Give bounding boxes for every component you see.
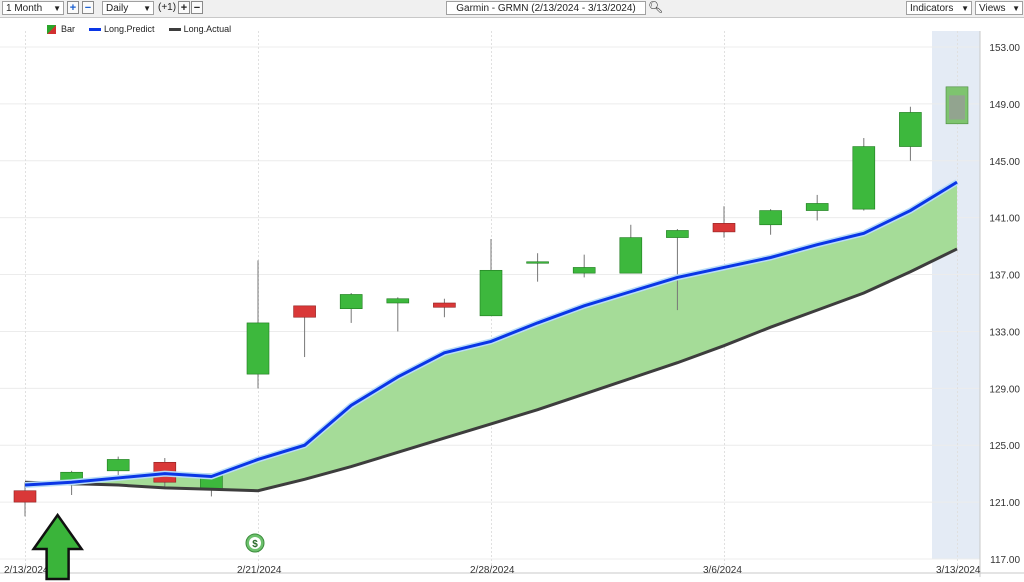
- chevron-down-icon: ▼: [53, 4, 61, 13]
- dividend-symbol: $: [252, 539, 258, 550]
- candle-body: [339, 294, 363, 309]
- interval-select-value: Daily: [106, 3, 129, 14]
- candle-body: [899, 112, 922, 147]
- y-tick-label: 141.00: [989, 214, 1020, 225]
- candle-body: [666, 230, 689, 238]
- zoom-out-button[interactable]: −: [82, 1, 94, 14]
- x-tick-label: 3/13/2024: [936, 565, 981, 576]
- indicators-dropdown[interactable]: Indicators ▼: [906, 1, 972, 15]
- offset-plus-button[interactable]: +: [178, 1, 190, 14]
- offset-label: (+1): [158, 2, 177, 13]
- interval-select[interactable]: Daily ▼: [102, 1, 154, 15]
- candle-body: [293, 305, 316, 318]
- legend-label: Bar: [61, 24, 76, 34]
- chart-legend: Bar Long.Predict Long.Actual: [47, 22, 245, 36]
- toolbar: 1 Month ▼ + − Daily ▼ (+1) + − Garmin - …: [0, 0, 1024, 18]
- y-tick-label: 125.00: [989, 441, 1020, 452]
- x-tick-label: 3/6/2024: [703, 565, 742, 576]
- candle-body: [433, 302, 456, 308]
- candle-body: [246, 322, 270, 375]
- candle-body: [526, 261, 549, 264]
- offset-minus-button[interactable]: −: [191, 1, 203, 14]
- search-icon[interactable]: 🔍︎: [648, 0, 663, 16]
- candle-body: [479, 269, 503, 317]
- views-label: Views: [979, 3, 1006, 14]
- candle-body: [619, 237, 643, 274]
- y-tick-label: 145.00: [989, 157, 1020, 168]
- candle-body: [106, 459, 130, 472]
- legend-item-long-actual: Long.Actual: [168, 24, 232, 34]
- y-tick-label: 129.00: [989, 384, 1020, 395]
- predict-swatch-icon: [89, 27, 102, 31]
- y-tick-label: 137.00: [989, 271, 1020, 282]
- x-tick-label: 2/28/2024: [470, 565, 515, 576]
- x-tick-label: 2/21/2024: [237, 565, 282, 576]
- chevron-down-icon: ▼: [143, 4, 151, 13]
- period-select[interactable]: 1 Month ▼: [2, 1, 64, 15]
- y-tick-label: 117.00: [990, 555, 1020, 566]
- chevron-down-icon: ▼: [1012, 4, 1020, 13]
- x-tick-label: 2/13/2024: [4, 565, 49, 576]
- legend-label: Long.Predict: [104, 24, 155, 34]
- y-tick-label: 149.00: [989, 100, 1020, 111]
- candle-body: [572, 267, 596, 274]
- y-tick-label: 153.00: [989, 43, 1020, 54]
- candle-body: [852, 146, 876, 210]
- candle-body: [712, 223, 736, 233]
- actual-swatch-icon: [168, 27, 181, 31]
- legend-label: Long.Actual: [183, 24, 232, 34]
- candle-body: [759, 210, 782, 226]
- candle-body: [13, 490, 37, 503]
- candle-body: [805, 203, 829, 211]
- bar-swatch-icon: [47, 24, 56, 34]
- zoom-in-button[interactable]: +: [67, 1, 79, 14]
- views-dropdown[interactable]: Views ▼: [975, 1, 1023, 15]
- period-select-value: 1 Month: [6, 3, 43, 14]
- chevron-down-icon: ▼: [961, 4, 969, 13]
- candle-body: [386, 298, 410, 304]
- forecast-candle-overlay: [949, 95, 965, 120]
- symbol-title-field[interactable]: Garmin - GRMN (2/13/2024 - 3/13/2024): [446, 1, 646, 15]
- price-chart[interactable]: 153.00 149.00 145.00 141.00 137.00 133.00 129.…: [0, 17, 1024, 582]
- indicators-label: Indicators: [910, 3, 954, 14]
- y-tick-label: 121.00: [989, 498, 1020, 509]
- legend-item-bar: Bar: [47, 24, 75, 34]
- predict-actual-fill: [211, 182, 957, 491]
- y-tick-label: 133.00: [989, 327, 1020, 338]
- legend-item-long-predict: Long.Predict: [89, 24, 155, 34]
